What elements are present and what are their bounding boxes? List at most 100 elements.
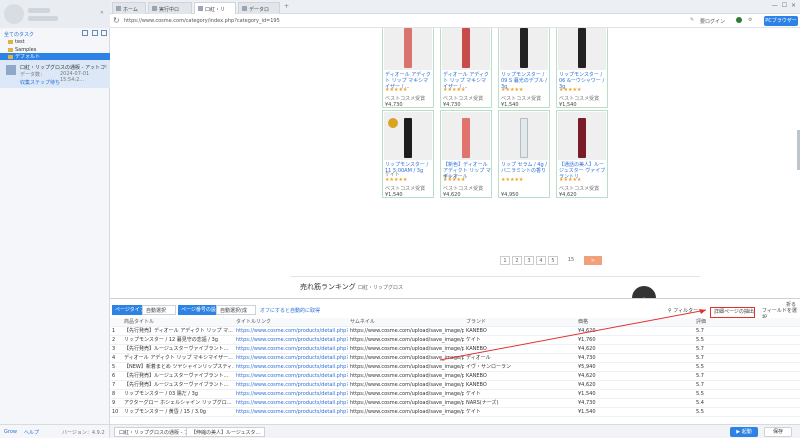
table-cell: 9: [110, 398, 122, 408]
column-header[interactable]: 価格: [576, 318, 694, 327]
web-content: ディオール アディクト リップ マキシマイザー / ... ★★★★★ ベストコ…: [110, 28, 800, 298]
table-cell: ¥4,620: [576, 371, 694, 381]
sort-icon[interactable]: [101, 30, 107, 36]
table-row[interactable]: 3 【先行発売】ルージュスターヴァイブラント... https://www.cosm…: [110, 344, 800, 354]
table-cell: https://www.cosme.com/upload/save_image/…: [348, 344, 464, 354]
minimize-icon[interactable]: —: [772, 2, 778, 9]
table-cell: KANEBO: [464, 371, 576, 381]
folder-test[interactable]: test: [0, 38, 110, 46]
new-folder-icon[interactable]: [82, 30, 88, 36]
settings-icon[interactable]: ⚙: [748, 17, 752, 23]
collapse-button[interactable]: 折る: [786, 301, 796, 308]
username-redacted: [28, 8, 50, 13]
run-icon: [152, 6, 157, 11]
table-row[interactable]: 1 【先行発売】ディオール アディクト リップ マ... https://www.c…: [110, 326, 800, 336]
table-row[interactable]: 4 ディオール アディクト リップ マキシマイザー... https://www.c…: [110, 353, 800, 363]
table-row[interactable]: 2 リップモンスター / 12 暮見守の恋謳 / 3g https://www.co…: [110, 335, 800, 345]
avatar[interactable]: [4, 4, 24, 24]
collapse-icon[interactable]: «: [100, 9, 104, 16]
table-cell: ¥1,760: [576, 335, 694, 345]
search-icon[interactable]: [92, 30, 98, 36]
task-item[interactable]: 口紅・リップグロスの通販 - アットコスメ... データ数： 2024-07-0…: [0, 60, 110, 88]
close-icon[interactable]: ×: [103, 64, 107, 70]
product-card[interactable]: ディオール アディクト リップ マキシマイザー / ... ★★★★★ ベストコ…: [440, 28, 492, 108]
product-card[interactable]: 【新色】ディオール アディクト リップ マキシマ ディオール ★★★★★ ベスト…: [440, 110, 492, 198]
table-cell: ケイト: [464, 407, 576, 417]
table-cell: https://www.cosme.com/upload/save_image/…: [348, 353, 464, 363]
url-field[interactable]: https://www.cosme.com/category/index.php…: [124, 18, 280, 24]
pc-browser-button[interactable]: PCブラウザー: [764, 16, 798, 26]
page-type-select[interactable]: 自動選択: [142, 305, 176, 315]
new-tab-icon[interactable]: +: [284, 3, 289, 10]
product-card[interactable]: リップモンスター / 09 S 暮光のデブル / 3g ★★★★★ ベストコスメ…: [498, 28, 550, 108]
column-header[interactable]: 商品タイトル: [122, 318, 234, 327]
table-cell: ¥1,540: [576, 389, 694, 399]
next-page-button[interactable]: >: [584, 256, 602, 265]
table-cell: https://www.cosme.com/upload/save_image/…: [348, 407, 464, 417]
filter-button[interactable]: ⚲ フィルター: [668, 307, 698, 314]
tab-data[interactable]: データロ: [238, 2, 280, 14]
table-row[interactable]: 5 【NEW】新着まとめ ツヤシャインリップスティ... https://www.c…: [110, 362, 800, 372]
auto-detect-link[interactable]: オフにすると自動的に取得: [260, 307, 320, 314]
table-row[interactable]: 7 【先行発売】ルージュスターヴァイブラント... https://www.cosm…: [110, 380, 800, 390]
address-bar: ↻ https://www.cosme.com/category/index.p…: [110, 14, 800, 28]
table-row[interactable]: 9 アクターグロー ホシェルシャイン リップグロ... https://www.co…: [110, 398, 800, 408]
table-cell: ケイト: [464, 389, 576, 399]
table-cell: ¥4,620: [576, 326, 694, 336]
scroll-top-button[interactable]: ︿: [632, 286, 656, 298]
edit-icon[interactable]: ✎: [690, 17, 694, 23]
tab-lipstick[interactable]: 口紅・リ: [194, 2, 236, 14]
divider: [290, 276, 700, 277]
page-1[interactable]: 1: [500, 256, 510, 265]
page-2[interactable]: 2: [512, 256, 522, 265]
tab-running[interactable]: 実行中ロ: [148, 2, 192, 14]
table-cell: NARS(ナーズ): [464, 398, 576, 408]
tab-home[interactable]: ホーム: [112, 2, 146, 14]
task-meta: データ数：: [20, 72, 46, 78]
product-image: [500, 28, 548, 70]
table-cell: ディオール アディクト リップ マキシマイザー...: [122, 353, 234, 363]
column-header[interactable]: タイトルリンク: [234, 318, 348, 327]
login-required-toggle[interactable]: 要ログイン: [700, 18, 725, 25]
folder-icon: [8, 47, 13, 52]
grow-link[interactable]: Grow: [4, 429, 17, 435]
table-cell: https://www.cosme.com/upload/save_image/…: [348, 371, 464, 381]
table-cell: 5.5: [694, 362, 800, 372]
bottom-tab-rouge[interactable]: 【伸縮の美人】ルージュスタ...: [186, 427, 266, 437]
sidebar-header: «: [0, 0, 110, 28]
table-row[interactable]: 6 【先行発売】ルージュスターヴァイブラント... https://www.cosm…: [110, 371, 800, 381]
extract-detail-page-button[interactable]: 詳細ページの抽出: [710, 307, 755, 318]
page-turn-select[interactable]: 自動選択(成功): [216, 305, 256, 324]
table-cell: https://www.cosme.com/products/detail.ph…: [234, 335, 348, 345]
table-cell: https://www.cosme.com/products/detail.ph…: [234, 362, 348, 372]
page-3[interactable]: 3: [524, 256, 534, 265]
table-cell: 3: [110, 344, 122, 354]
table-cell: 5.5: [694, 335, 800, 345]
page-5[interactable]: 5: [548, 256, 558, 265]
rating-stars: ★★★★★: [443, 87, 466, 93]
product-card[interactable]: 【通話の美人】ルージュスター ヴァイブラントリ ★★★★★ ベストコスメ受賞 ¥…: [556, 110, 608, 198]
column-header[interactable]: サムネイル: [348, 318, 464, 327]
column-header[interactable]: 評価: [694, 318, 800, 327]
reload-icon[interactable]: ↻: [113, 16, 120, 25]
data-icon: [242, 6, 247, 11]
product-card[interactable]: リップモンスター / 06 &ーウシャワー / 3g ★★★★★ ベストコスメ受…: [556, 28, 608, 108]
table-cell: https://www.cosme.com/products/detail.ph…: [234, 326, 348, 336]
product-card[interactable]: ディオール アディクト リップ マキシマイザー / ... ★★★★★ ベストコ…: [382, 28, 434, 108]
table-row[interactable]: 8 リップモンスター / 03 陽だ / 3g https://www.cosme.…: [110, 389, 800, 399]
table-cell: https://www.cosme.com/upload/save_image/…: [348, 389, 464, 399]
page-last[interactable]: 15: [566, 256, 576, 265]
page-4[interactable]: 4: [536, 256, 546, 265]
table-cell: 5.7: [694, 353, 800, 363]
product-card[interactable]: リップモンスター / 11 5:00AM / 3g ケイト ★★★★★ ベストコ…: [382, 110, 434, 198]
help-link[interactable]: ヘルプ: [24, 429, 39, 436]
start-button[interactable]: ▶ 起動: [730, 427, 758, 437]
table-cell: アクターグロー ホシェルシャイン リップグロ...: [122, 398, 234, 408]
bottom-bar: 口紅・リップグロスの通販 - ア... 【伸縮の美人】ルージュスタ... ▶ 起…: [110, 424, 800, 438]
save-button[interactable]: 保存: [764, 427, 792, 437]
maximize-icon[interactable]: ☐: [782, 2, 787, 9]
table-row[interactable]: 10 リップモンスター / 黄昏 / 15 / 3.0g https://www.c…: [110, 407, 800, 417]
product-card[interactable]: リップ セラム / 4g / バニラミントの香り ★★★★★ ¥4,950: [498, 110, 550, 198]
close-window-icon[interactable]: ×: [791, 2, 796, 9]
column-header[interactable]: ブランド: [464, 318, 576, 327]
